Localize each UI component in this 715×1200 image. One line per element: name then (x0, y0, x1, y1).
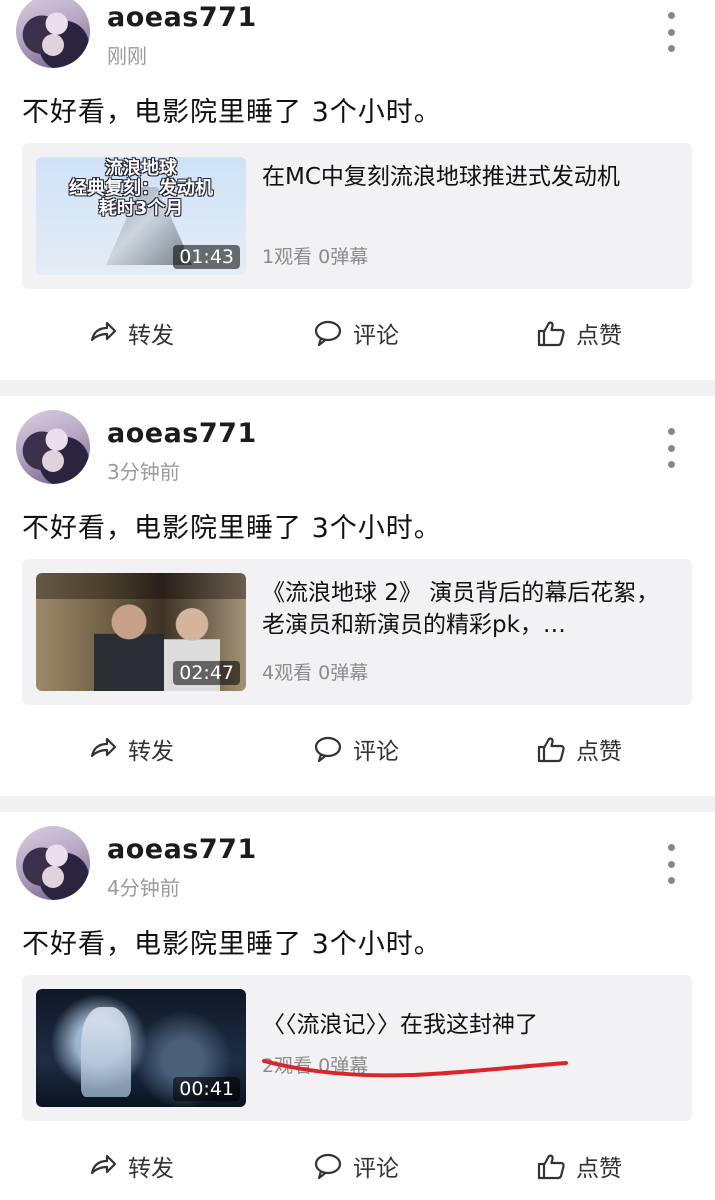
comment-label: 评论 (353, 1156, 399, 1182)
comment-button[interactable]: 评论 (313, 729, 399, 769)
video-card[interactable]: 00:41 〈〈流浪记〉〉在我这封神了 2观看 0弹幕 (22, 975, 692, 1121)
post-1: aoeas771 刚刚 不好看，电影院里睡了 3个小时。 流浪地球 经典复刻：发… (0, 0, 715, 378)
comment-button[interactable]: 评论 (313, 313, 399, 353)
repost-button[interactable]: 转发 (88, 1146, 174, 1186)
like-button[interactable]: 点赞 (536, 1146, 622, 1186)
comment-icon (314, 736, 342, 763)
repost-icon (90, 737, 117, 758)
post-separator (0, 796, 715, 812)
like-button[interactable]: 点赞 (536, 729, 622, 769)
post-time: 3分钟前 (107, 460, 180, 484)
video-thumbnail[interactable]: 02:47 (36, 573, 246, 691)
post-time: 4分钟前 (107, 876, 180, 900)
post-2: aoeas771 3分钟前 不好看，电影院里睡了 3个小时。 02:47 《流浪… (0, 396, 715, 796)
more-options-icon[interactable] (665, 844, 677, 884)
username[interactable]: aoeas771 (107, 418, 257, 449)
avatar[interactable] (16, 410, 90, 484)
comment-button[interactable]: 评论 (313, 1146, 399, 1186)
video-duration: 01:43 (173, 245, 240, 269)
comment-icon (314, 320, 342, 347)
repost-label: 转发 (128, 323, 174, 349)
post-3: aoeas771 4分钟前 不好看，电影院里睡了 3个小时。 00:41 〈〈流… (0, 812, 715, 1200)
post-text: 不好看，电影院里睡了 3个小时。 (22, 513, 442, 544)
video-card[interactable]: 流浪地球 经典复刻：发动机 耗时3个月 01:43 在MC中复刻流浪地球推进式发… (22, 143, 692, 289)
video-thumbnail[interactable]: 00:41 (36, 989, 246, 1107)
thumbnail-figure (81, 1007, 131, 1097)
repost-button[interactable]: 转发 (88, 313, 174, 353)
comment-icon (314, 1153, 342, 1180)
more-options-icon[interactable] (665, 12, 677, 52)
comment-label: 评论 (353, 739, 399, 765)
action-bar: 转发 评论 点赞 (0, 1146, 715, 1186)
video-thumbnail[interactable]: 流浪地球 经典复刻：发动机 耗时3个月 01:43 (36, 157, 246, 275)
thumbs-up-icon (537, 321, 565, 347)
repost-button[interactable]: 转发 (88, 729, 174, 769)
video-stats: 1观看 0弹幕 (262, 246, 369, 268)
action-bar: 转发 评论 点赞 (0, 313, 715, 353)
repost-icon (90, 321, 117, 342)
video-title[interactable]: 在MC中复刻流浪地球推进式发动机 (262, 161, 672, 193)
video-title[interactable]: 《流浪地球 2》 演员背后的幕后花絮，老演员和新演员的精彩pk，… (262, 577, 672, 641)
like-label: 点赞 (576, 323, 622, 349)
red-annotation-stroke (262, 1059, 568, 1078)
video-title[interactable]: 〈〈流浪记〉〉在我这封神了 (262, 1009, 672, 1041)
like-label: 点赞 (576, 739, 622, 765)
post-text: 不好看，电影院里睡了 3个小时。 (22, 929, 442, 960)
thumbnail-caption: 流浪地球 经典复刻：发动机 耗时3个月 (69, 158, 213, 219)
repost-label: 转发 (128, 739, 174, 765)
thumbs-up-icon (537, 737, 565, 763)
post-time: 刚刚 (107, 44, 147, 68)
post-text: 不好看，电影院里睡了 3个小时。 (22, 97, 442, 128)
video-card[interactable]: 02:47 《流浪地球 2》 演员背后的幕后花絮，老演员和新演员的精彩pk，… … (22, 559, 692, 705)
like-label: 点赞 (576, 1156, 622, 1182)
avatar[interactable] (16, 0, 90, 68)
video-duration: 00:41 (173, 1077, 240, 1101)
repost-label: 转发 (128, 1156, 174, 1182)
more-options-icon[interactable] (665, 428, 677, 468)
post-separator (0, 380, 715, 396)
thumbnail-person (94, 595, 164, 691)
video-stats: 4观看 0弹幕 (262, 662, 369, 684)
username[interactable]: aoeas771 (107, 2, 257, 33)
action-bar: 转发 评论 点赞 (0, 729, 715, 769)
avatar[interactable] (16, 826, 90, 900)
repost-icon (90, 1154, 117, 1175)
like-button[interactable]: 点赞 (536, 313, 622, 353)
comment-label: 评论 (353, 323, 399, 349)
username[interactable]: aoeas771 (107, 834, 257, 865)
thumbs-up-icon (537, 1154, 565, 1180)
video-duration: 02:47 (173, 661, 240, 685)
